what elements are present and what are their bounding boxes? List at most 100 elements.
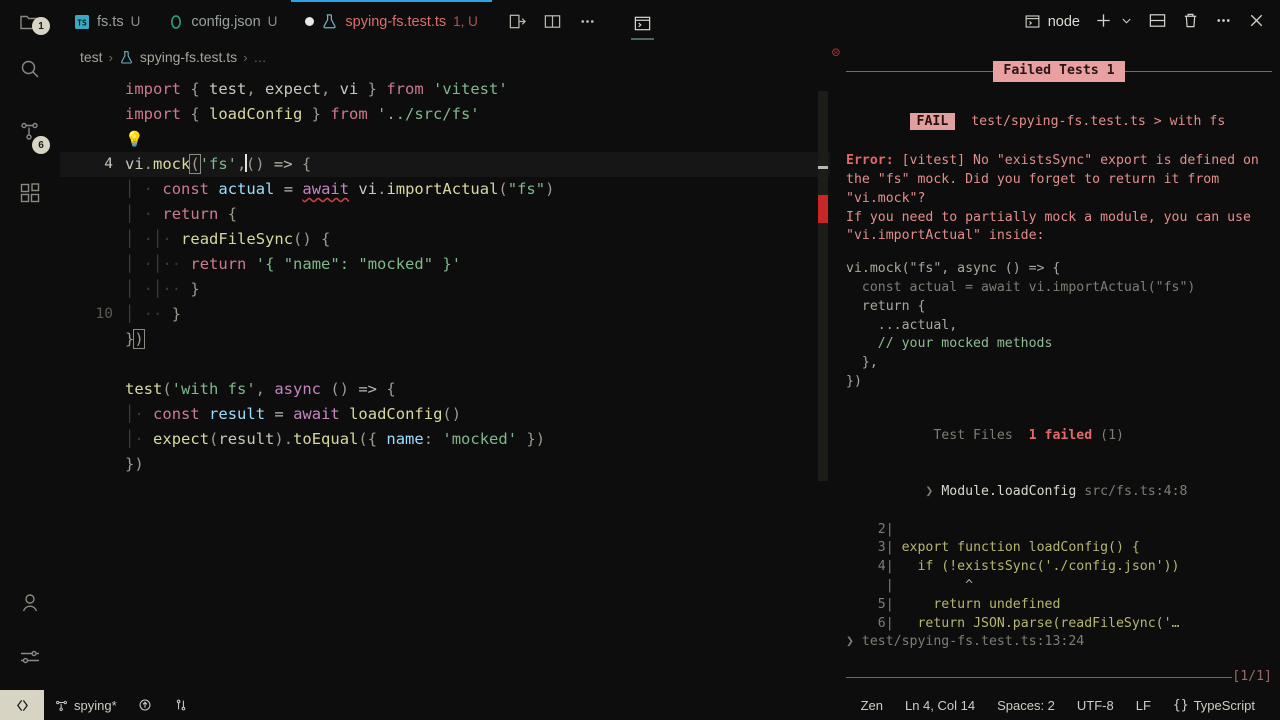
status-zen-mode[interactable]: Zen (850, 690, 894, 720)
code-line: │ ·│·· return '{ "name": "mocked" }' (60, 252, 830, 277)
ports-icon (176, 699, 185, 711)
remote-window-icon (16, 699, 28, 711)
fail-badge: FAIL (909, 112, 956, 130)
new-terminal-button[interactable] (1094, 11, 1113, 33)
titlebar-tabs-row: 1 TS fs.ts U config.json U spying-fs.tes… (0, 0, 1280, 43)
ellipsis-icon[interactable] (578, 12, 597, 31)
status-encoding[interactable]: UTF-8 (1066, 690, 1125, 720)
typescript-icon: TS (74, 14, 90, 30)
encoding-label: UTF-8 (1076, 697, 1114, 713)
launch-profile-button[interactable]: node (1024, 13, 1080, 30)
activity-bar-item-search[interactable] (0, 38, 60, 100)
editor-scrollbar[interactable] (816, 71, 830, 690)
tab-label: spying-fs.test.ts (345, 13, 447, 30)
panel-tab-terminal[interactable] (625, 8, 660, 43)
line-number: 10 (95, 306, 113, 322)
terminal-icon (634, 16, 651, 31)
remote-indicator-button[interactable] (0, 690, 44, 720)
overview-ruler-error-marker (818, 195, 828, 223)
stack-chevron-icon: ❯ (846, 634, 854, 650)
source-line-text: return undefined (901, 596, 1061, 612)
activity-bar-item-settings[interactable] (0, 630, 60, 684)
stack-frame[interactable]: ❯ test/spying-fs.test.ts:13:24 (846, 633, 1272, 652)
activity-bar-item-extensions[interactable] (0, 162, 60, 224)
status-branch[interactable]: spying* (44, 690, 127, 720)
close-panel-button[interactable] (1247, 11, 1266, 33)
snippet-line: }) (846, 373, 862, 389)
code-line: test('with fs', async () => { (60, 377, 830, 402)
terminal-more-button[interactable] (1214, 11, 1233, 33)
chevron-down-icon (1122, 18, 1131, 23)
editor-actions (492, 0, 613, 43)
code-line: │ · const actual = await vi.importActual… (60, 177, 830, 202)
code-line-lightbulb[interactable]: 💡 (60, 127, 830, 152)
divider-line-right (1124, 70, 1272, 72)
tab-label: fs.ts (97, 13, 124, 30)
scrollbar-thumb[interactable] (818, 91, 828, 481)
vscode-window: 1 TS fs.ts U config.json U spying-fs.tes… (0, 0, 1280, 720)
fail-line: FAIL test/spying-fs.test.ts > with fs (846, 94, 1272, 150)
terminal-icon (1025, 15, 1040, 28)
tab-label: config.json (191, 13, 261, 30)
caret-marker: ^ (901, 577, 974, 593)
tab-suffix: U (267, 14, 278, 29)
code-editor[interactable]: import { test, expect, vi } from 'vitest… (60, 71, 830, 690)
code-text: test('with fs', async () => { (125, 380, 396, 398)
code-text: vi.mock('fs',() => { (125, 154, 312, 174)
code-text: │ ·│·· return '{ "name": "mocked" }' (125, 255, 462, 273)
split-terminal-button[interactable] (1148, 11, 1167, 33)
source-control-icon (56, 700, 67, 711)
position-label: Ln 4, Col 14 (904, 697, 976, 713)
breadcrumb-item-file[interactable]: spying-fs.test.ts (140, 49, 237, 65)
code-text: import { test, expect, vi } from 'vitest… (125, 80, 508, 98)
code-line: │ ·│· readFileSync() { (60, 227, 830, 252)
source-line-text: return JSON.parse(readFileSync('… (901, 615, 1180, 631)
stack-trace: Test Files 1 failed (1) ❯ Module.loadCon… (846, 408, 1272, 652)
source-line: 3| export function loadConfig() { (877, 540, 1140, 556)
ellipsis-icon (1217, 18, 1230, 22)
status-indentation[interactable]: Spaces: 2 (986, 690, 1066, 720)
code-line: 10 │ ·· } (60, 302, 830, 327)
status-editor-position[interactable]: Ln 4, Col 14 (894, 690, 986, 720)
error-message: Error: [vitest] No "existsSync" export i… (846, 152, 1272, 208)
line-number: 4 (104, 156, 113, 172)
activity-bar-item-account[interactable] (0, 576, 60, 630)
tab-spying-fs-test-ts[interactable]: spying-fs.test.ts 1, U (291, 0, 492, 43)
split-right-icon[interactable] (508, 12, 527, 31)
tab-fs-ts[interactable]: TS fs.ts U (60, 0, 154, 43)
status-sync[interactable] (127, 690, 163, 720)
breadcrumb-item-symbol[interactable]: … (254, 50, 267, 65)
code-line: │· const result = await loadConfig() (60, 402, 830, 427)
source-caret-line: | ^ (885, 577, 974, 593)
search-icon (21, 60, 39, 78)
status-eol[interactable]: LF (1125, 690, 1162, 720)
status-ports[interactable] (163, 690, 199, 720)
snippet-line: }, (846, 355, 878, 371)
status-language-mode[interactable]: {} TypeScript (1162, 690, 1266, 720)
status-bar-right: Zen Ln 4, Col 14 Spaces: 2 UTF-8 LF {} T… (850, 690, 1280, 720)
breadcrumb-separator-icon: › (108, 49, 113, 65)
error-label: Error: (846, 153, 894, 169)
kill-terminal-button[interactable] (1181, 11, 1200, 33)
language-label: TypeScript (1193, 697, 1255, 713)
source-line-number: 2 (877, 521, 886, 537)
code-text: │ ·· } (125, 305, 182, 323)
breadcrumb-item-folder[interactable]: test (80, 49, 103, 65)
activity-bar-item-explorer[interactable]: 1 (0, 0, 60, 43)
lightbulb-icon[interactable]: 💡 (125, 127, 144, 152)
editor-tab-strip: TS fs.ts U config.json U spying-fs.test.… (60, 0, 1280, 43)
code-text: }) (125, 455, 144, 473)
terminal-profile-label: node (1047, 13, 1080, 30)
error-hint: If you need to partially mock a module, … (846, 209, 1259, 244)
svg-text:TS: TS (77, 18, 87, 27)
tab-config-json[interactable]: config.json U (154, 0, 291, 43)
terminal-panel[interactable]: ☹ Failed Tests 1 FAIL test/spying-fs.tes… (830, 43, 1280, 690)
activity-bar-item-source-control[interactable]: 6 (0, 100, 60, 162)
profile-dropdown-button[interactable] (1119, 13, 1134, 31)
sync-icon (139, 699, 151, 711)
code-text: │· expect(result).toEqual({ name: 'mocke… (125, 430, 546, 448)
split-columns-icon[interactable] (543, 12, 562, 31)
stack-frame[interactable]: ❯ Module.loadConfig src/fs.ts:4:8 (846, 464, 1272, 520)
editor-group: test › spying-fs.test.ts › … import { te… (60, 43, 830, 690)
